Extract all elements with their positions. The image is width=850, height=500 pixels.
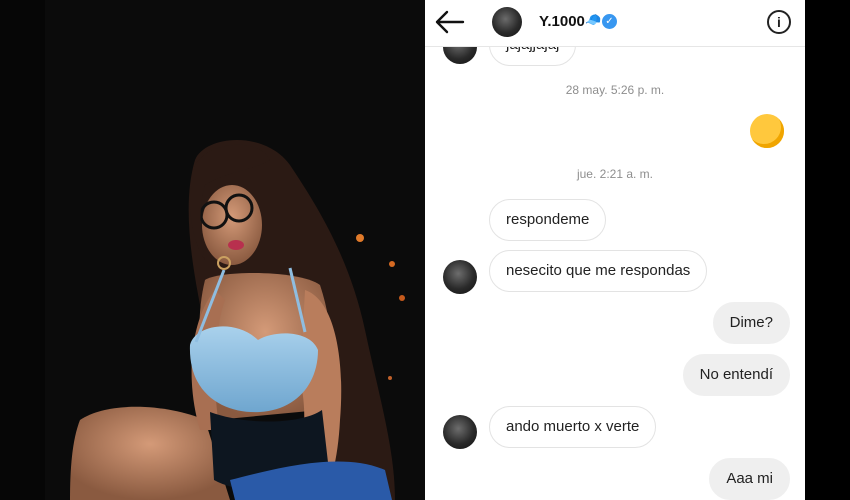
message-bubble-received[interactable]: respondeme — [489, 199, 607, 241]
face-with-hand-over-mouth-emoji[interactable] — [750, 114, 784, 148]
sender-avatar[interactable] — [443, 415, 477, 449]
night-portrait-photo — [0, 0, 425, 500]
photo-panel — [0, 0, 425, 500]
verified-badge-icon: ✓ — [602, 14, 617, 29]
contact-username[interactable]: Y.1000 — [539, 13, 585, 30]
timestamp: jue. 2:21 a. m. — [576, 167, 654, 181]
message-bubble-sent[interactable]: Aaa mi — [709, 458, 790, 500]
sender-avatar[interactable] — [443, 260, 477, 294]
message-bubble-sent[interactable]: No entendí — [682, 354, 790, 396]
chat-header: Y.1000 🧢 ✓ i — [425, 0, 805, 47]
chat-screen: Y.1000 🧢 ✓ i jajajjajaj 28 may. 5:26 p. … — [425, 0, 805, 500]
timestamp: 28 may. 5:26 p. m. — [565, 83, 665, 97]
back-arrow-icon[interactable] — [435, 9, 465, 35]
info-icon[interactable]: i — [767, 10, 791, 34]
message-bubble-sent[interactable]: Dime? — [712, 302, 790, 344]
message-bubble-received[interactable]: nesecito que me respondas — [489, 250, 708, 292]
message-bubble-received[interactable]: ando muerto x verte — [489, 406, 657, 448]
cap-emoji: 🧢 — [585, 12, 602, 27]
black-border — [805, 0, 850, 500]
contact-avatar[interactable] — [492, 7, 522, 37]
